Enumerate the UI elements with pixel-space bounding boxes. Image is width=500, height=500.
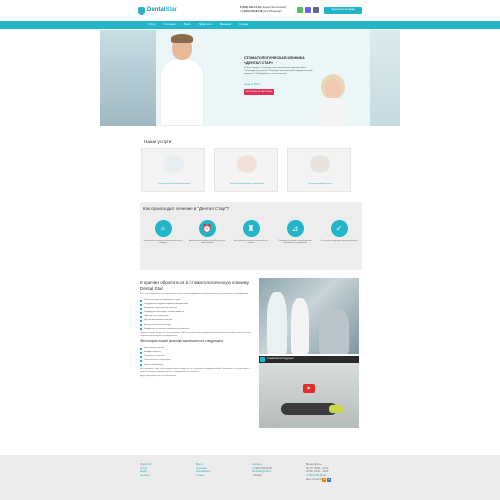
list-item: Индивидуальный подход к каждому пациенту	[140, 311, 254, 314]
footer-column-3: Контакты +7 (916) 533-83-48 dentalstar@m…	[252, 464, 272, 478]
site-header: DentalStar 8 (800) 333-12-39 (звонок бес…	[134, 5, 366, 19]
service-card-therapy[interactable]: Терапевтическая стоматология	[141, 148, 205, 192]
hero-price: Цены от 500 ₽	[244, 83, 261, 87]
reasons-list: Собственная рентгенологическая служба Об…	[140, 299, 254, 330]
nav-item-prices[interactable]: Прайс-лист	[195, 21, 216, 29]
doctor-photo	[158, 34, 206, 126]
scanner-tip	[329, 405, 343, 413]
reasons-paragraph: Здоровье пациентов для нас на первом мес…	[140, 332, 251, 337]
list-item: Качественное лечение	[140, 347, 254, 350]
video-player[interactable]: Стоматология будущего ▶	[259, 356, 359, 428]
clinic-staff-photo	[259, 278, 359, 354]
service-label: Протезирование зубов	[308, 183, 332, 185]
list-item: Оборудование ведущих мировых производите…	[140, 303, 254, 306]
footer-column-4: Время работы Пн–Пт: 09:00 – 21:00 Сб–Вс:…	[306, 464, 331, 483]
list-item: Собственная рентгенологическая служба	[140, 299, 254, 302]
hero-teeth-photo	[370, 30, 400, 126]
hero-appointment-button[interactable]: ЗАПИСАТЬСЯ НА ПРИЁМ	[244, 89, 274, 96]
video-title-bar: Стоматология будущего	[259, 356, 359, 363]
page: DentalStar 8 (800) 333-12-39 (звонок бес…	[0, 0, 500, 500]
list-item: Комфортная обстановка и внимательный пер…	[140, 328, 254, 331]
list-item: Ответственность за результат	[140, 359, 254, 362]
logo-text: DentalStar	[147, 7, 178, 14]
dental-chair-icon: ⊿	[286, 220, 304, 237]
nav-item-about[interactable]: О клинике	[160, 21, 180, 29]
list-item: Комфорт пациента	[140, 351, 254, 354]
service-image	[164, 155, 184, 173]
viber-icon[interactable]	[305, 7, 311, 13]
service-card-prosthetics[interactable]: Протезирование зубов	[287, 148, 351, 192]
service-image	[237, 155, 257, 173]
odnoklassniki-icon[interactable]: ok	[322, 478, 327, 483]
process-step: ⌕ Вы оставляете заявку на сайте или звон…	[143, 220, 183, 245]
nav-item-vacancies[interactable]: Вакансии	[216, 21, 235, 29]
phone-secondary-note: (для WhatsApp)	[263, 10, 282, 14]
channel-avatar	[260, 357, 265, 362]
service-card-aesthetic[interactable]: Эстетическая/профессиональная	[214, 148, 278, 192]
list-item: Открытость и честность	[140, 355, 254, 358]
footer-social-label: Мы в соцсетях ok vk	[306, 478, 331, 483]
footer-column-2: Врачи О клинике Сертификаты Отзывы	[196, 464, 211, 478]
alarm-clock-icon: ⏰	[198, 220, 216, 237]
reasons-intro: Все наши специалисты, без исключения, им…	[140, 293, 249, 296]
nav-item-services[interactable]: Услуги	[144, 21, 160, 29]
whatsapp-icon[interactable]	[297, 7, 303, 13]
search-icon: ⌕	[154, 220, 172, 237]
services-title: Наши услуги	[144, 139, 172, 144]
header-contacts: 8 (800) 333-12-39 (звонок бесплатный) +7…	[240, 6, 286, 14]
nav-item-doctors[interactable]: Врачи	[180, 21, 195, 29]
hero-banner: СТОМАТОЛОГИЧЕСКАЯ КЛИНИКА «ДЕНТАЛ СТАР» …	[100, 30, 400, 126]
hero-description: Хотите вернуть с помощью качественной ре…	[244, 67, 313, 76]
process-step: ⏰ Администратор подбирает удобное для ва…	[187, 220, 227, 245]
video-title: Стоматология будущего	[267, 357, 294, 361]
patient-photo	[318, 74, 348, 126]
book-appointment-button[interactable]: Записаться на приём	[324, 7, 362, 14]
philosophy-title: Философия нашей практики заключается в с…	[140, 339, 224, 344]
tooth-logo-icon	[138, 7, 145, 15]
hero-clinic-photo	[100, 30, 156, 126]
hero-title: СТОМАТОЛОГИЧЕСКАЯ КЛИНИКА «ДЕНТАЛ СТАР»	[244, 56, 305, 65]
list-item: Материалы только высшего качества	[140, 307, 254, 310]
video-preview	[259, 363, 359, 428]
list-item: Удобное расположение клиники	[140, 319, 254, 322]
philosophy-paragraph: Мы стремимся к тому, чтобы каждый пациен…	[140, 368, 251, 373]
nav-item-reviews[interactable]: Отзывы	[235, 21, 252, 29]
service-image	[310, 155, 330, 173]
footer-link[interactable]: Контакты	[140, 475, 152, 479]
process-step: ♜ Врач проводит осмотр и составляет план…	[231, 220, 271, 245]
process-step: ⊿ Проводится лечение с использованием со…	[275, 220, 315, 245]
service-label: Терапевтическая стоматология	[158, 183, 190, 185]
process-title: Как происходит лечение в "Дентал Стар"?	[143, 206, 230, 211]
vk-icon[interactable]: vk	[326, 478, 331, 483]
service-label: Эстетическая/профессиональная	[229, 183, 265, 185]
list-item: Доступные цены на все услуги	[140, 324, 254, 327]
reasons-section: 8 причин обратиться в стоматологическую …	[140, 280, 254, 378]
tooth-icon: ♜	[242, 220, 260, 237]
list-item: Постоянное развитие	[140, 364, 254, 367]
thumbs-up-icon: ✓	[330, 220, 348, 237]
footer-column-1: Прайс-лист Услуги Акции Контакты	[140, 464, 152, 478]
play-icon[interactable]: ▶	[303, 384, 315, 393]
logo[interactable]: DentalStar	[138, 7, 177, 15]
reasons-title: 8 причин обратиться в стоматологическую …	[140, 280, 249, 291]
footer-address: г. Москва	[252, 474, 262, 477]
list-item: Гарантия на все виды работ	[140, 315, 254, 318]
site-footer: Прайс-лист Услуги Акции Контакты Врачи О…	[0, 455, 500, 500]
main-nav: Услуги О клинике Врачи Прайс-лист Ваканс…	[0, 21, 500, 29]
phone-primary-note: (звонок бесплатный)	[261, 6, 287, 9]
treatment-process: Как происходит лечение в "Дентал Стар"? …	[140, 202, 362, 270]
email-icon[interactable]	[313, 7, 319, 13]
phone-primary[interactable]: 8 (800) 333-12-39	[240, 6, 261, 9]
process-step: ✓ Вы получаете здоровую и красивую улыбк…	[319, 220, 359, 242]
hero-text: СТОМАТОЛОГИЧЕСКАЯ КЛИНИКА «ДЕНТАЛ СТАР» …	[244, 56, 316, 96]
closing-paragraph: Будем рады видеть вас в нашей клинике!	[140, 375, 177, 378]
footer-link[interactable]: Отзывы	[196, 475, 211, 479]
philosophy-list: Качественное лечение Комфорт пациента От…	[140, 347, 254, 366]
phone-secondary[interactable]: +7 (916) 533-83-48	[240, 10, 262, 13]
